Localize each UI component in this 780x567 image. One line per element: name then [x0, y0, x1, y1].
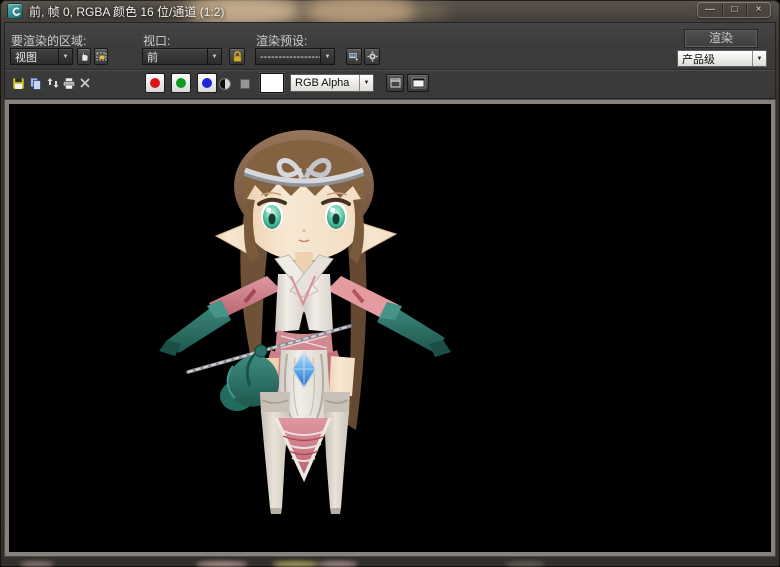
- floppy-disk-icon: [12, 77, 25, 90]
- area-to-render-label: 要渲染的区域:: [11, 32, 86, 49]
- window-title: 前, 帧 0, RGBA 颜色 16 位/通道 (1:2): [29, 3, 224, 20]
- viewport-label: 视口:: [143, 32, 170, 49]
- red-channel-icon: [150, 78, 160, 88]
- teapot-swirl-icon: [9, 5, 23, 19]
- window-controls: — □ ×: [697, 2, 771, 18]
- glass-highlight: [20, 561, 54, 567]
- chevron-down-icon: ▼: [359, 75, 373, 91]
- alpha-channel-button[interactable]: [240, 79, 250, 89]
- render-preset-dropdown[interactable]: -------------------- ▼: [255, 48, 335, 65]
- window-app-icon: [7, 3, 23, 19]
- render-mode-dropdown[interactable]: 产品级 ▼: [677, 50, 767, 67]
- display-toolbar: RGB Alpha ▼: [5, 69, 775, 99]
- chevron-down-icon: ▼: [752, 51, 766, 66]
- chevron-down-icon: ▼: [207, 49, 221, 64]
- render-button[interactable]: 渲染: [685, 30, 757, 47]
- blue-channel-button[interactable]: [197, 73, 217, 93]
- region-icon: [96, 51, 107, 62]
- gear-icon: [367, 51, 378, 62]
- render-frame: [4, 99, 776, 557]
- chevron-down-icon: ▼: [320, 49, 334, 64]
- lock-icon: [232, 51, 243, 63]
- viewport-dropdown[interactable]: 前 ▼: [142, 48, 222, 65]
- toggle-ui-button[interactable]: [407, 74, 429, 92]
- monochrome-button[interactable]: [219, 78, 231, 90]
- clear-x-icon: [79, 77, 91, 89]
- background-color-swatch[interactable]: [260, 73, 284, 93]
- titlebar[interactable]: 前, 帧 0, RGBA 颜色 16 位/通道 (1:2) — □ ×: [0, 0, 780, 22]
- auto-region-button[interactable]: [94, 48, 108, 65]
- toolbar-panel: 要渲染的区域: 视口: 渲染预设: 视图 ▼ 前 ▼: [4, 22, 776, 99]
- render-canvas[interactable]: [9, 104, 771, 552]
- glass-blur: [305, 0, 415, 22]
- area-to-render-dropdown[interactable]: 视图 ▼: [10, 48, 73, 65]
- rendered-character: [9, 104, 771, 552]
- environment-settings-button[interactable]: [364, 48, 380, 65]
- red-channel-button[interactable]: [145, 73, 165, 93]
- copy-pages-icon: [29, 77, 42, 90]
- small-window-icon: [390, 78, 401, 88]
- render-setup-button[interactable]: [346, 48, 362, 65]
- copy-image-button[interactable]: [28, 75, 43, 91]
- close-button[interactable]: ×: [746, 3, 770, 17]
- channel-display-dropdown[interactable]: RGB Alpha ▼: [290, 74, 374, 92]
- blue-channel-icon: [202, 78, 212, 88]
- double-arrows-icon: [46, 77, 60, 89]
- clone-rendered-frame-window-button[interactable]: [45, 75, 60, 91]
- green-channel-button[interactable]: [171, 73, 191, 93]
- viewport-lock-button[interactable]: [229, 48, 245, 65]
- green-channel-icon: [176, 78, 186, 88]
- hand-icon: [79, 51, 90, 62]
- edit-region-button[interactable]: [77, 48, 91, 65]
- glass-highlight: [272, 561, 320, 567]
- minimize-button[interactable]: —: [698, 3, 722, 17]
- glass-highlight: [318, 561, 358, 567]
- render-preset-label: 渲染预设:: [256, 32, 307, 49]
- rendered-frame-window: 前, 帧 0, RGBA 颜色 16 位/通道 (1:2) — □ × 要渲染的…: [0, 0, 780, 567]
- printer-icon: [62, 77, 76, 90]
- maximize-button[interactable]: □: [722, 3, 746, 17]
- chevron-down-icon: ▼: [58, 49, 72, 64]
- window-panel-icon: [411, 77, 426, 89]
- clear-button[interactable]: [77, 75, 92, 91]
- toggle-ui-overlays-button[interactable]: [386, 74, 404, 92]
- glass-highlight: [196, 561, 248, 567]
- print-image-button[interactable]: [61, 75, 76, 91]
- monitor-arrow-icon: [348, 51, 360, 62]
- glass-highlight: [505, 561, 545, 567]
- save-image-button[interactable]: [11, 75, 26, 91]
